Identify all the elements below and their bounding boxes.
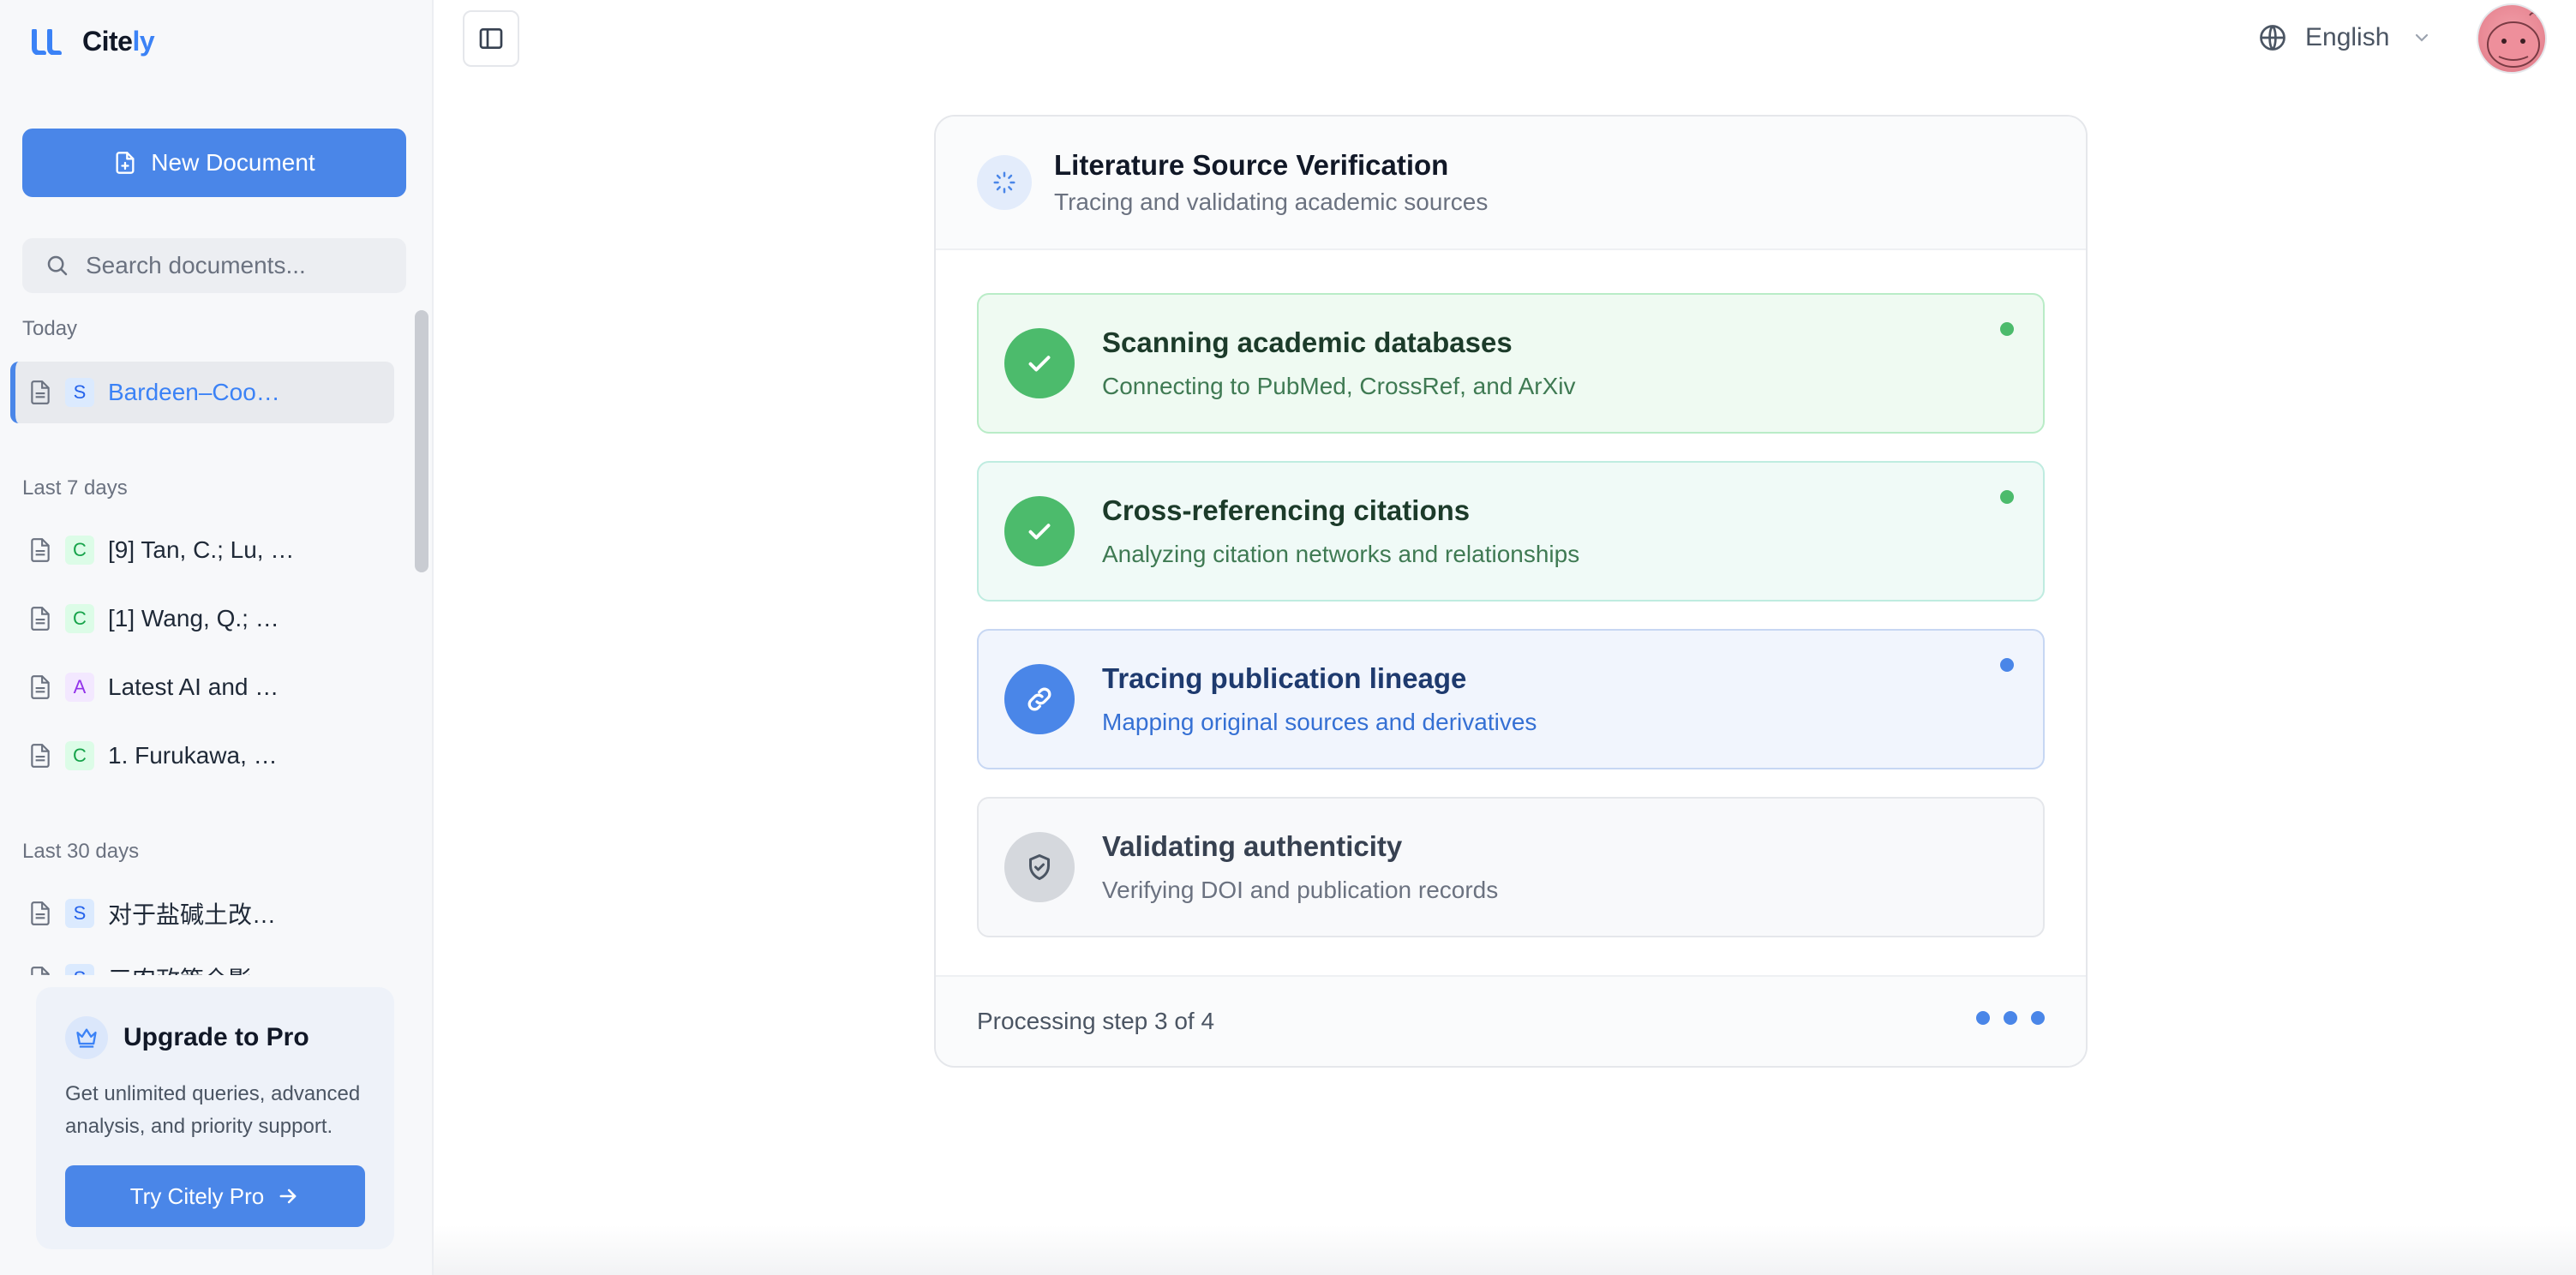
loading-dots bbox=[1976, 1011, 2045, 1025]
logo-text: Citely bbox=[82, 26, 155, 57]
step-description: Verifying DOI and publication records bbox=[1102, 877, 1499, 903]
status-dot bbox=[2000, 658, 2014, 672]
check-icon bbox=[1004, 496, 1075, 566]
bottom-fade bbox=[434, 1225, 2576, 1275]
document-item[interactable]: C [1] Wang, Q.; … bbox=[10, 588, 394, 649]
document-item[interactable]: C [9] Tan, C.; Lu, … bbox=[10, 519, 394, 581]
status-dot bbox=[2000, 490, 2014, 504]
search-icon bbox=[47, 255, 68, 276]
step-title: Cross-referencing citations bbox=[1102, 494, 1471, 526]
document-title: 对于盐碱土改… bbox=[108, 901, 277, 928]
sidebar-toggle-button[interactable] bbox=[463, 10, 519, 67]
avatar[interactable] bbox=[2477, 3, 2547, 74]
step-description: Analyzing citation networks and relation… bbox=[1102, 541, 1580, 567]
logo-icon bbox=[32, 28, 62, 55]
card-subtitle: Tracing and validating academic sources bbox=[1054, 189, 1489, 215]
language-label: English bbox=[2305, 23, 2390, 51]
document-item[interactable]: C 1. Furukawa, … bbox=[10, 725, 394, 787]
loading-dot bbox=[2031, 1011, 2045, 1025]
step-cross-referencing: Cross-referencing citations Analyzing ci… bbox=[977, 461, 2045, 602]
try-pro-button[interactable]: Try Citely Pro bbox=[65, 1165, 365, 1227]
document-type-badge: S bbox=[65, 378, 94, 407]
document-item[interactable]: S 对于盐碱土改… bbox=[10, 883, 394, 944]
search-input[interactable] bbox=[86, 252, 394, 279]
document-item[interactable]: A Latest AI and … bbox=[10, 656, 394, 718]
globe-icon bbox=[2260, 25, 2285, 51]
document-type-badge: S bbox=[65, 899, 94, 928]
file-icon bbox=[31, 538, 50, 562]
sidebar-scrollbar[interactable] bbox=[415, 310, 428, 572]
document-title: 1. Furukawa, … bbox=[108, 742, 278, 769]
document-type-badge: S bbox=[65, 964, 94, 975]
document-title: [9] Tan, C.; Lu, … bbox=[108, 536, 295, 563]
try-pro-label: Try Citely Pro bbox=[129, 1182, 265, 1209]
new-document-icon bbox=[116, 152, 135, 174]
document-type-badge: C bbox=[65, 604, 94, 633]
file-icon bbox=[31, 380, 50, 404]
document-title: Bardeen–Coo… bbox=[108, 379, 280, 405]
verification-card: Literature Source Verification Tracing a… bbox=[934, 115, 2088, 1068]
document-title: 三农政策全影… bbox=[108, 961, 276, 975]
chevron-down-icon bbox=[2416, 33, 2429, 42]
check-icon bbox=[1004, 328, 1075, 398]
card-header: Literature Source Verification Tracing a… bbox=[936, 117, 2086, 250]
document-item[interactable]: S 三农政策全影… bbox=[10, 948, 394, 975]
shield-icon bbox=[1004, 832, 1075, 902]
file-icon bbox=[31, 967, 50, 975]
document-list: Today S Bardeen–Coo… Last 7 days C [9] T… bbox=[0, 308, 408, 975]
step-title: Scanning academic databases bbox=[1102, 326, 1513, 358]
document-type-badge: C bbox=[65, 741, 94, 770]
upgrade-title: Upgrade to Pro bbox=[123, 1023, 309, 1051]
file-icon bbox=[31, 901, 50, 925]
file-icon bbox=[31, 744, 50, 768]
loading-dot bbox=[1976, 1011, 1990, 1025]
progress-text: Processing step 3 of 4 bbox=[977, 1008, 1215, 1034]
sidebar-toggle-icon bbox=[479, 28, 503, 49]
language-selector[interactable]: English bbox=[2257, 22, 2432, 53]
document-item[interactable]: S Bardeen–Coo… bbox=[10, 362, 394, 423]
upgrade-card: Upgrade to Pro Get unlimited queries, ad… bbox=[36, 987, 394, 1249]
file-icon bbox=[31, 675, 50, 699]
step-title: Validating authenticity bbox=[1102, 830, 1403, 862]
spinner-icon bbox=[977, 155, 1032, 210]
card-title: Literature Source Verification bbox=[1054, 149, 1449, 181]
new-document-button[interactable]: New Document bbox=[22, 129, 406, 197]
status-dot bbox=[2000, 322, 2014, 336]
step-title: Tracing publication lineage bbox=[1102, 662, 1467, 694]
new-document-label: New Document bbox=[151, 149, 315, 176]
document-title: [1] Wang, Q.; … bbox=[108, 605, 279, 632]
group-label-last-7-days: Last 7 days bbox=[22, 476, 128, 500]
group-label-last-30-days: Last 30 days bbox=[22, 840, 140, 863]
loading-dot bbox=[2004, 1011, 2017, 1025]
card-footer: Processing step 3 of 4 bbox=[936, 975, 2086, 1066]
search-box[interactable] bbox=[22, 238, 406, 293]
sidebar: Citely New Document Today S Bardeen–Coo…… bbox=[0, 0, 434, 1275]
step-description: Connecting to PubMed, CrossRef, and ArXi… bbox=[1102, 373, 1576, 399]
document-title: Latest AI and … bbox=[108, 673, 279, 700]
arrow-right-icon bbox=[279, 1188, 297, 1204]
link-icon bbox=[1004, 664, 1075, 734]
logo[interactable]: Citely bbox=[31, 26, 155, 57]
file-icon bbox=[31, 607, 50, 631]
crown-icon bbox=[65, 1016, 108, 1059]
group-label-today: Today bbox=[22, 317, 78, 340]
upgrade-description: Get unlimited queries, advanced analysis… bbox=[65, 1082, 361, 1138]
step-validating-authenticity: Validating authenticity Verifying DOI an… bbox=[977, 797, 2045, 937]
step-tracing-lineage: Tracing publication lineage Mapping orig… bbox=[977, 629, 2045, 769]
step-scanning-databases: Scanning academic databases Connecting t… bbox=[977, 293, 2045, 434]
document-type-badge: C bbox=[65, 536, 94, 565]
document-type-badge: A bbox=[65, 673, 94, 702]
step-description: Mapping original sources and derivatives bbox=[1102, 709, 1537, 735]
